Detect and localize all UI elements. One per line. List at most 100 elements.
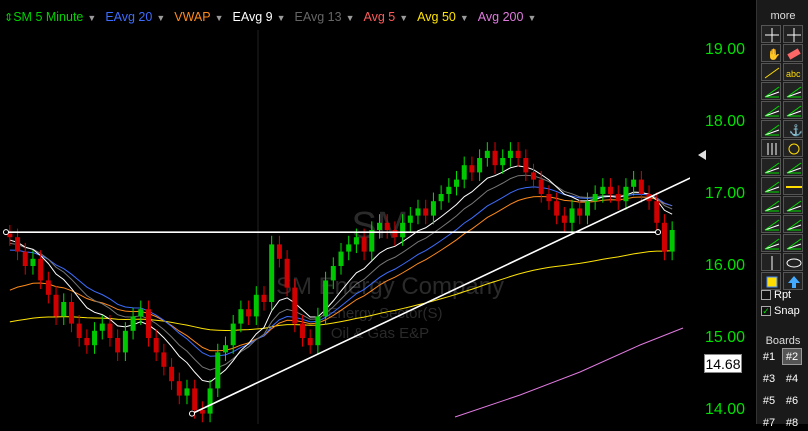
arc-icon[interactable] — [761, 101, 781, 119]
board-tab[interactable]: #8 — [782, 414, 802, 431]
board-tab[interactable]: #7 — [759, 414, 779, 431]
eraser-icon[interactable] — [783, 44, 803, 62]
range-icon[interactable] — [761, 253, 781, 271]
price-axis-label: 15.00 — [705, 329, 746, 346]
candle — [253, 294, 259, 317]
parallel-icon[interactable] — [783, 215, 803, 233]
snap-checkbox-box[interactable]: ✓ — [761, 306, 771, 316]
trendline-icon[interactable] — [761, 63, 781, 81]
multi-fan-icon[interactable] — [783, 82, 803, 100]
bars-icon[interactable] — [761, 139, 781, 157]
candle — [22, 251, 28, 266]
board-tab[interactable]: #1 — [759, 348, 779, 365]
line-handle — [189, 410, 195, 417]
svg-text:⚓: ⚓ — [789, 124, 803, 137]
chevron-down-icon[interactable]: ▼ — [215, 13, 224, 23]
candle — [238, 309, 244, 324]
candle — [15, 237, 21, 252]
candle — [76, 323, 82, 338]
candle — [446, 186, 452, 194]
candle — [215, 352, 221, 389]
legend-item[interactable]: SM 5 Minute ▼ — [13, 10, 96, 24]
clock-icon[interactable] — [783, 139, 803, 157]
board-tab[interactable]: #4 — [782, 370, 802, 387]
board-tab[interactable]: #5 — [759, 392, 779, 409]
square-icon[interactable] — [761, 272, 781, 290]
ellipse-icon[interactable] — [783, 253, 803, 271]
chevron-down-icon[interactable]: ▼ — [156, 13, 165, 23]
up-down-arrow-icon[interactable]: ⇕ — [4, 11, 13, 24]
candle — [377, 222, 383, 230]
chevron-down-icon[interactable]: ▼ — [346, 13, 355, 23]
stack-icon[interactable] — [761, 234, 781, 252]
candle — [130, 316, 136, 331]
candle — [438, 194, 444, 202]
candle — [484, 150, 490, 158]
candle — [276, 244, 282, 259]
text-abc-icon[interactable]: abc — [783, 63, 803, 81]
chevron-down-icon[interactable]: ▼ — [277, 13, 286, 23]
price-chart[interactable]: SM SM Energy Company Energy Sector(S) Oi… — [0, 0, 690, 424]
candle — [454, 179, 460, 187]
rpt-label: Rpt — [774, 289, 792, 301]
legend-item[interactable]: EAvg 13 ▼ — [295, 10, 355, 24]
candle — [546, 194, 552, 202]
candle — [415, 208, 421, 216]
chart-area[interactable]: SM SM Energy Company Energy Sector(S) Oi… — [0, 0, 710, 424]
last-price-marker-icon — [698, 150, 706, 160]
chevron-down-icon[interactable]: ▼ — [527, 13, 536, 23]
candle — [145, 309, 151, 338]
grid-fan-icon[interactable] — [783, 101, 803, 119]
candle — [99, 323, 105, 331]
svg-text:✋: ✋ — [767, 48, 781, 61]
hand-icon[interactable]: ✋ — [761, 44, 781, 62]
legend-item-label: EAvg 20 — [105, 10, 153, 24]
candle — [353, 237, 359, 245]
chart-icon[interactable] — [761, 196, 781, 214]
legend-item[interactable]: Avg 200 ▼ — [478, 10, 537, 24]
candle — [384, 222, 390, 230]
legend-item-label: Avg 200 — [477, 10, 524, 24]
bracket-icon[interactable] — [761, 215, 781, 233]
snap-checkbox[interactable]: ✓ Snap — [761, 305, 800, 317]
legend-item[interactable]: EAvg 9 ▼ — [233, 10, 286, 24]
candle — [307, 338, 313, 346]
price-axis-label: 14.00 — [705, 401, 746, 418]
candle — [538, 179, 544, 194]
candle — [569, 208, 575, 223]
candle — [222, 345, 228, 353]
candle — [430, 201, 436, 216]
rpt-checkbox[interactable]: Rpt — [761, 289, 791, 301]
chevron-down-icon[interactable]: ▼ — [87, 13, 96, 23]
line-handle — [3, 229, 9, 236]
channel-icon[interactable] — [761, 177, 781, 195]
more-button[interactable]: more — [757, 10, 808, 22]
chevron-down-icon[interactable]: ▼ — [399, 13, 408, 23]
pitchfork-icon[interactable] — [761, 158, 781, 176]
rpt-checkbox-box[interactable] — [761, 290, 771, 300]
hline-icon[interactable] — [783, 177, 803, 195]
legend-item[interactable]: Avg 5 ▼ — [364, 10, 409, 24]
legend-item-label: SM 5 Minute — [13, 10, 84, 24]
legend-item[interactable]: EAvg 20 ▼ — [105, 10, 165, 24]
candle — [661, 222, 667, 252]
candle — [45, 280, 51, 295]
multi-line-icon[interactable] — [783, 158, 803, 176]
crosshair-icon[interactable] — [761, 25, 781, 43]
board-tab[interactable]: #3 — [759, 370, 779, 387]
fan-icon[interactable] — [761, 82, 781, 100]
legend-item[interactable]: VWAP ▼ — [174, 10, 223, 24]
parallel-lines-icon[interactable] — [783, 196, 803, 214]
legend-item[interactable]: Avg 50 ▼ — [417, 10, 469, 24]
anchor-icon[interactable]: ⚓ — [783, 120, 803, 138]
candle — [523, 158, 529, 173]
candle — [584, 201, 590, 216]
chevron-down-icon[interactable]: ▼ — [460, 13, 469, 23]
pan-icon[interactable] — [783, 25, 803, 43]
board-tab[interactable]: #6 — [782, 392, 802, 409]
board-tab[interactable]: #2 — [782, 348, 802, 365]
fan-lines-icon[interactable] — [783, 234, 803, 252]
up-arrow-icon[interactable] — [783, 272, 803, 290]
fib-icon[interactable] — [761, 120, 781, 138]
legend-item-label: EAvg 9 — [232, 10, 273, 24]
